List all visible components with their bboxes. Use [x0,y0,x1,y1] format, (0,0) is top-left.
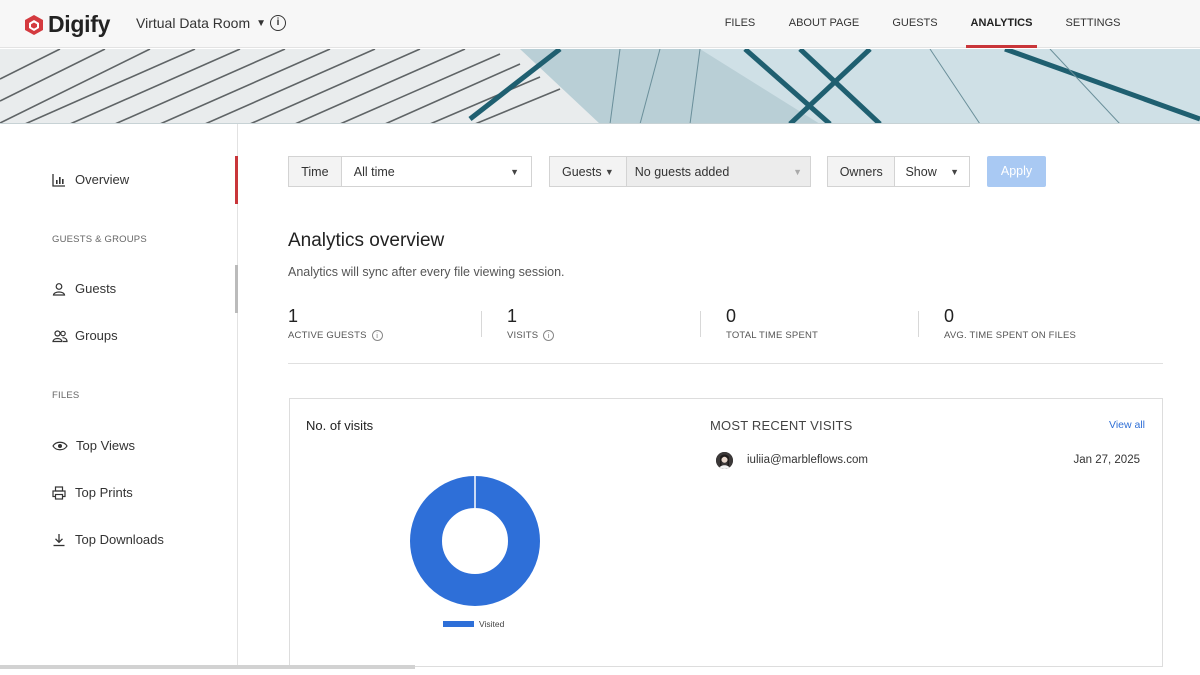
caret-down-icon: ▼ [950,166,959,177]
info-icon[interactable]: i [371,330,383,341]
stat-visits: 1 VISITS i [507,306,555,341]
page-title: Analytics overview [288,230,445,251]
stat-value: 1 [507,306,518,326]
recent-visits-title: MOST RECENT VISITS [710,418,853,433]
banner-architecture-image [0,49,1200,124]
download-icon [53,533,65,546]
legend-label: Visited [479,619,505,629]
sidebar-item-overview[interactable]: Overview [52,172,129,187]
time-filter: Time All time ▼ [288,156,532,187]
cover-banner-image [0,49,1200,124]
stat-avg-time-spent: 0 AVG. TIME SPENT ON FILES [944,306,1076,341]
stat-divider [700,311,701,337]
list-item[interactable]: iuliia@marbleflows.com Jan 27, 2025 [714,451,1144,471]
active-item-marker [235,156,238,204]
room-selector[interactable]: Virtual Data Room ▼ [136,15,266,31]
caret-down-icon: ▼ [256,17,267,29]
caret-down-icon: ▼ [793,166,802,177]
sidebar-scroll-thumb[interactable] [235,265,238,313]
stat-label: AVG. TIME SPENT ON FILES [944,330,1077,341]
digify-logo-icon [25,14,43,35]
sidebar-item-top-views[interactable]: Top Views [52,438,135,453]
top-navigation-bar: Digify Virtual Data Room ▼ i FILES ABOUT… [0,0,1200,48]
horizontal-scroll-thumb[interactable] [0,665,415,669]
avatar [716,452,733,469]
stat-divider [918,311,919,337]
section-divider [288,363,1163,364]
stat-active-guests: 1 ACTIVE GUESTS i [288,306,383,341]
stat-total-time-spent: 0 TOTAL TIME SPENT [726,306,818,341]
sidebar-item-label: Top Prints [75,485,133,500]
analytics-sidebar [0,124,238,667]
bar-chart-icon [52,173,65,187]
stat-label: VISITS [507,330,539,341]
sidebar-item-label: Overview [75,172,130,187]
guests-select-value: No guests added [634,164,730,179]
owners-filter-label: Owners [828,157,896,186]
users-group-icon [52,329,68,342]
user-icon [52,282,66,296]
sidebar-item-top-prints[interactable]: Top Prints [52,485,133,500]
avatar-photo [716,452,733,469]
stat-label: ACTIVE GUESTS [288,330,367,341]
nav-about-page[interactable]: ABOUT PAGE [788,0,860,48]
digify-logo[interactable]: Digify [24,11,110,38]
apply-button[interactable]: Apply [987,156,1046,187]
nav-guests[interactable]: GUESTS [890,0,940,48]
eye-icon [52,441,68,450]
sidebar-item-groups[interactable]: Groups [52,328,118,343]
visits-chart-title: No. of visits [306,418,374,433]
sidebar-item-top-downloads[interactable]: Top Downloads [52,532,164,547]
visits-donut-chart [410,476,540,606]
stat-value: 1 [288,306,299,326]
chart-legend: Visited [443,619,504,629]
view-all-link[interactable]: View all [1109,419,1145,431]
sidebar-heading-guests-groups: GUESTS & GROUPS [52,234,147,245]
sidebar-item-guests[interactable]: Guests [52,281,116,296]
guests-filter-type-select[interactable]: Guests ▼ [550,157,627,186]
sidebar-item-label: Groups [75,328,118,343]
stat-value: 0 [726,306,737,326]
caret-down-icon: ▼ [604,166,614,177]
legend-swatch [443,621,474,627]
sidebar-item-label: Top Downloads [75,532,164,547]
guests-filter-label: Guests [562,164,602,179]
stat-label: TOTAL TIME SPENT [726,330,819,341]
sidebar-heading-files: FILES [52,390,80,401]
visit-date: Jan 27, 2025 [1073,454,1140,466]
guests-select[interactable]: No guests added ▼ [626,157,810,186]
nav-files[interactable]: FILES [718,0,762,48]
stat-divider [481,311,482,337]
sidebar-item-label: Top Views [76,438,136,453]
nav-settings[interactable]: SETTINGS [1064,0,1122,48]
room-name: Virtual Data Room [136,15,251,31]
printer-icon [52,485,66,500]
info-icon[interactable]: i [270,15,286,31]
guests-filter: Guests ▼ No guests added ▼ [549,156,811,187]
owners-filter: Owners Show ▼ [827,156,970,187]
sidebar-item-label: Guests [75,281,117,296]
caret-down-icon: ▼ [510,166,519,177]
owners-select-value: Show [905,164,937,179]
page-subtitle: Analytics will sync after every file vie… [288,265,565,279]
info-icon[interactable]: i [543,330,555,341]
time-select[interactable]: All time ▼ [342,157,531,186]
stat-value: 0 [944,306,955,326]
visitor-email: iuliia@marbleflows.com [747,454,868,466]
time-filter-label: Time [289,157,342,186]
nav-analytics[interactable]: ANALYTICS [966,0,1037,48]
logo-text: Digify [48,11,111,37]
time-select-value: All time [353,164,395,179]
owners-select[interactable]: Show ▼ [895,157,969,186]
